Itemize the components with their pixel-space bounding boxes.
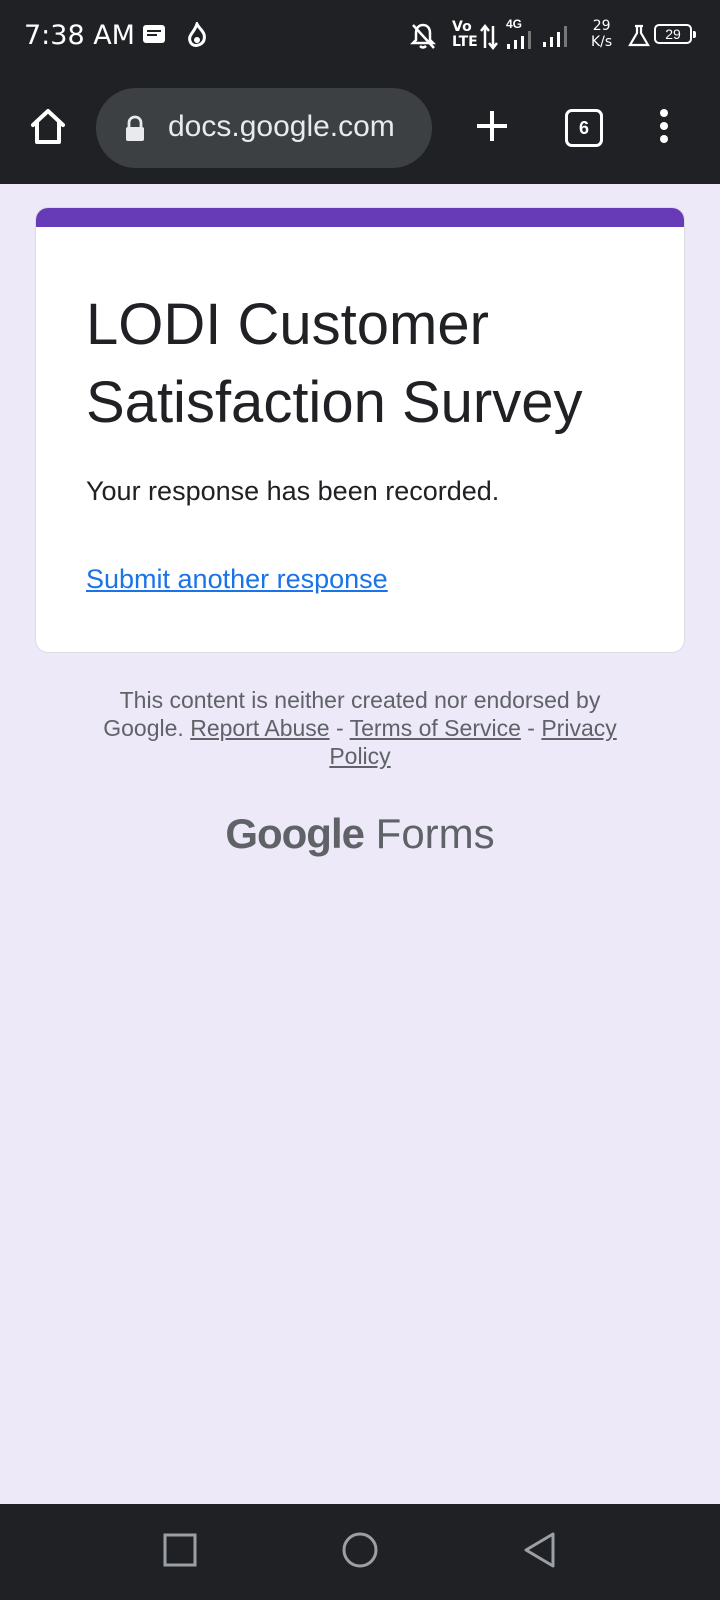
address-bar[interactable]: docs.google.com [96, 88, 432, 168]
flame-icon [186, 20, 208, 55]
google-forms-logo[interactable]: Google Forms [0, 810, 720, 858]
submit-another-response-link[interactable]: Submit another response [86, 564, 388, 595]
home-circle-icon [341, 1531, 379, 1574]
home-nav-button[interactable] [320, 1504, 400, 1600]
signal-icon [506, 30, 534, 55]
report-abuse-link[interactable]: Report Abuse [190, 715, 329, 741]
tab-switcher-button[interactable]: 6 [548, 72, 620, 184]
more-vert-icon [658, 108, 670, 149]
add-tab-icon [475, 109, 509, 148]
speed-unit: K/s [591, 34, 613, 50]
separator: - [520, 715, 542, 741]
lab-flask-icon [628, 24, 650, 53]
battery-indicator: 29 [654, 24, 696, 44]
card-accent-bar [36, 208, 684, 227]
terms-of-service-link[interactable]: Terms of Service [350, 715, 521, 741]
separator: - [329, 715, 350, 741]
message-icon [142, 24, 166, 51]
signal-icon-2 [542, 24, 570, 53]
back-icon [523, 1531, 557, 1574]
system-nav-bar [0, 1504, 720, 1600]
status-bar: 7:38 AM Vo LTE 4G 29 K/s 29 [0, 0, 720, 72]
bell-off-icon [409, 22, 437, 55]
volte-indicator: Vo LTE [452, 20, 478, 50]
data-arrows-icon [480, 23, 498, 55]
confirmation-card: LODI Customer Satisfaction Survey Your r… [36, 208, 684, 652]
volte-bottom: LTE [452, 34, 478, 50]
volte-top: Vo [452, 19, 472, 35]
speed-value: 29 [592, 18, 611, 34]
lock-icon [124, 115, 146, 148]
disclaimer: This content is neither created nor endo… [80, 686, 640, 770]
confirmation-message: Your response has been recorded. [86, 476, 500, 506]
new-tab-button[interactable] [460, 72, 524, 184]
home-icon [28, 107, 68, 150]
recent-apps-icon [163, 1533, 197, 1572]
tab-switcher-icon: 6 [565, 109, 603, 147]
network-type: 4G [506, 17, 523, 31]
recent-apps-button[interactable] [140, 1504, 220, 1600]
logo-forms: Forms [375, 810, 495, 857]
network-speed: 29 K/s [591, 18, 612, 50]
more-menu-button[interactable] [636, 72, 692, 184]
back-button[interactable] [500, 1504, 580, 1600]
browser-toolbar: docs.google.com 6 [0, 72, 720, 184]
home-button[interactable] [20, 72, 76, 184]
form-title: LODI Customer Satisfaction Survey [86, 292, 583, 435]
logo-google: Google [225, 810, 365, 857]
url-text: docs.google.com [168, 110, 395, 143]
clock: 7:38 AM [24, 20, 135, 51]
